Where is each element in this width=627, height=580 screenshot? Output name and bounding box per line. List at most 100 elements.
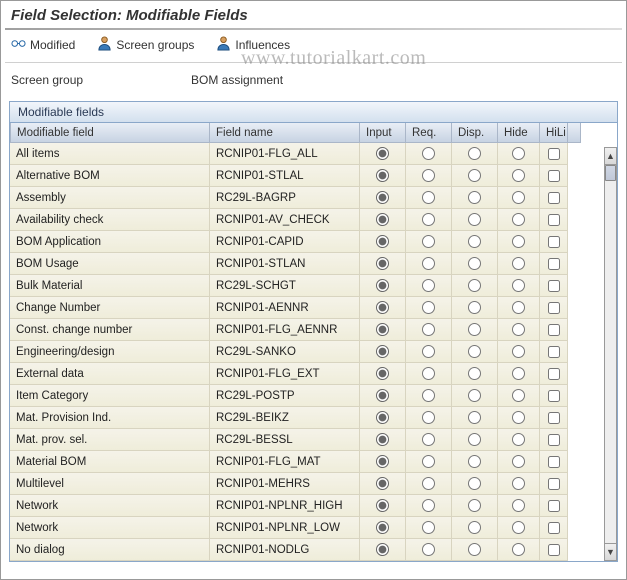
scroll-thumb[interactable] (605, 165, 616, 181)
radio-hide[interactable] (512, 411, 525, 424)
hili-checkbox[interactable] (548, 280, 560, 292)
radio-disp[interactable] (468, 499, 481, 512)
radio-req[interactable] (422, 455, 435, 468)
hili-checkbox[interactable] (548, 390, 560, 402)
radio-hide[interactable] (512, 543, 525, 556)
hili-checkbox[interactable] (548, 236, 560, 248)
radio-hide[interactable] (512, 169, 525, 182)
radio-hide[interactable] (512, 521, 525, 534)
scroll-down-icon[interactable]: ▼ (604, 543, 617, 561)
radio-hide[interactable] (512, 257, 525, 270)
radio-input[interactable] (376, 235, 389, 248)
radio-req[interactable] (422, 389, 435, 402)
radio-input[interactable] (376, 147, 389, 160)
radio-input[interactable] (376, 323, 389, 336)
hili-checkbox[interactable] (548, 368, 560, 380)
influences-button[interactable]: Influences (212, 34, 294, 56)
radio-req[interactable] (422, 147, 435, 160)
modified-button[interactable]: Modified (7, 34, 79, 56)
radio-input[interactable] (376, 279, 389, 292)
radio-disp[interactable] (468, 345, 481, 358)
radio-req[interactable] (422, 433, 435, 446)
radio-hide[interactable] (512, 301, 525, 314)
radio-disp[interactable] (468, 147, 481, 160)
radio-hide[interactable] (512, 455, 525, 468)
radio-disp[interactable] (468, 279, 481, 292)
radio-req[interactable] (422, 345, 435, 358)
scroll-up-icon[interactable]: ▲ (604, 147, 617, 165)
radio-input[interactable] (376, 191, 389, 204)
hili-checkbox[interactable] (548, 148, 560, 160)
hili-checkbox[interactable] (548, 412, 560, 424)
radio-input[interactable] (376, 455, 389, 468)
radio-input[interactable] (376, 433, 389, 446)
hili-checkbox[interactable] (548, 456, 560, 468)
col-modifiable-field[interactable]: Modifiable field (10, 123, 210, 143)
radio-req[interactable] (422, 301, 435, 314)
radio-req[interactable] (422, 411, 435, 424)
hili-checkbox[interactable] (548, 258, 560, 270)
radio-disp[interactable] (468, 543, 481, 556)
radio-hide[interactable] (512, 477, 525, 490)
radio-disp[interactable] (468, 323, 481, 336)
hili-checkbox[interactable] (548, 192, 560, 204)
radio-hide[interactable] (512, 147, 525, 160)
radio-req[interactable] (422, 521, 435, 534)
radio-req[interactable] (422, 543, 435, 556)
radio-hide[interactable] (512, 389, 525, 402)
radio-req[interactable] (422, 367, 435, 380)
radio-req[interactable] (422, 323, 435, 336)
radio-hide[interactable] (512, 235, 525, 248)
radio-input[interactable] (376, 367, 389, 380)
radio-hide[interactable] (512, 433, 525, 446)
col-hili[interactable]: HiLi (540, 123, 568, 143)
vertical-scrollbar[interactable]: ▲ ▼ (604, 147, 617, 561)
radio-disp[interactable] (468, 411, 481, 424)
radio-hide[interactable] (512, 279, 525, 292)
hili-checkbox[interactable] (548, 324, 560, 336)
col-field-name[interactable]: Field name (210, 123, 360, 143)
radio-input[interactable] (376, 543, 389, 556)
radio-disp[interactable] (468, 257, 481, 270)
radio-hide[interactable] (512, 499, 525, 512)
hili-checkbox[interactable] (548, 500, 560, 512)
radio-disp[interactable] (468, 389, 481, 402)
radio-req[interactable] (422, 191, 435, 204)
radio-input[interactable] (376, 345, 389, 358)
hili-checkbox[interactable] (548, 346, 560, 358)
radio-disp[interactable] (468, 235, 481, 248)
radio-disp[interactable] (468, 301, 481, 314)
scroll-track[interactable] (604, 165, 617, 543)
radio-disp[interactable] (468, 433, 481, 446)
radio-req[interactable] (422, 213, 435, 226)
radio-input[interactable] (376, 477, 389, 490)
hili-checkbox[interactable] (548, 478, 560, 490)
radio-hide[interactable] (512, 213, 525, 226)
radio-req[interactable] (422, 279, 435, 292)
radio-disp[interactable] (468, 521, 481, 534)
hili-checkbox[interactable] (548, 170, 560, 182)
radio-req[interactable] (422, 499, 435, 512)
radio-input[interactable] (376, 301, 389, 314)
radio-input[interactable] (376, 521, 389, 534)
radio-hide[interactable] (512, 345, 525, 358)
radio-input[interactable] (376, 257, 389, 270)
hili-checkbox[interactable] (548, 544, 560, 556)
radio-req[interactable] (422, 235, 435, 248)
radio-req[interactable] (422, 477, 435, 490)
radio-disp[interactable] (468, 477, 481, 490)
radio-disp[interactable] (468, 455, 481, 468)
radio-input[interactable] (376, 389, 389, 402)
radio-hide[interactable] (512, 323, 525, 336)
radio-hide[interactable] (512, 367, 525, 380)
hili-checkbox[interactable] (548, 214, 560, 226)
col-disp[interactable]: Disp. (452, 123, 498, 143)
radio-disp[interactable] (468, 169, 481, 182)
hili-checkbox[interactable] (548, 302, 560, 314)
radio-hide[interactable] (512, 191, 525, 204)
radio-input[interactable] (376, 411, 389, 424)
radio-input[interactable] (376, 169, 389, 182)
radio-req[interactable] (422, 257, 435, 270)
col-req[interactable]: Req. (406, 123, 452, 143)
hili-checkbox[interactable] (548, 434, 560, 446)
